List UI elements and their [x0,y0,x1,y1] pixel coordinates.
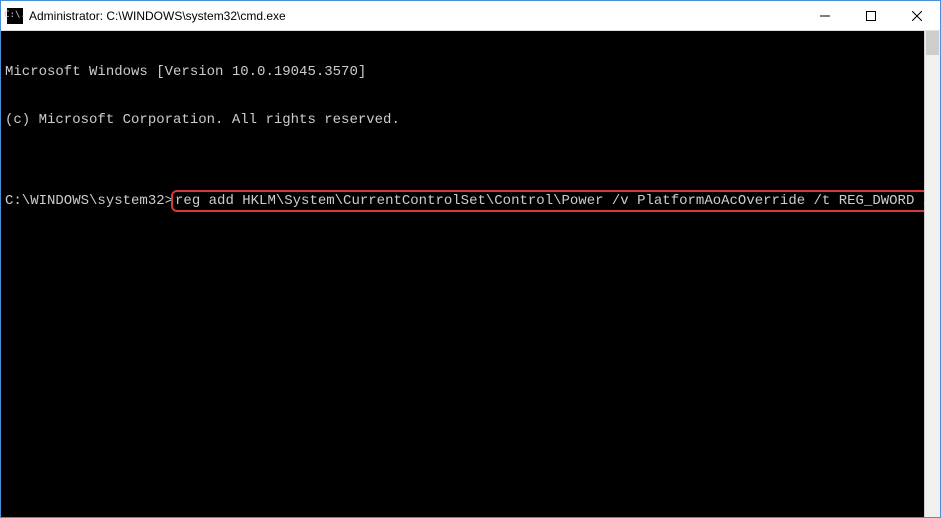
console-line-copyright: (c) Microsoft Corporation. All rights re… [5,112,922,128]
command-highlight: reg add HKLM\System\CurrentControlSet\Co… [171,190,940,212]
console-area[interactable]: Microsoft Windows [Version 10.0.19045.35… [1,31,940,517]
maximize-button[interactable] [848,1,894,30]
window-title: Administrator: C:\WINDOWS\system32\cmd.e… [29,9,286,23]
command-text: reg add HKLM\System\CurrentControlSet\Co… [175,193,940,209]
cmd-window: C:\. Administrator: C:\WINDOWS\system32\… [0,0,941,518]
prompt-text: C:\WINDOWS\system32> [5,193,173,209]
minimize-button[interactable] [802,1,848,30]
minimize-icon [820,11,830,21]
title-bar[interactable]: C:\. Administrator: C:\WINDOWS\system32\… [1,1,940,31]
close-button[interactable] [894,1,940,30]
window-controls [802,1,940,30]
console-content: Microsoft Windows [Version 10.0.19045.35… [5,32,922,241]
cmd-icon: C:\. [7,8,23,24]
titlebar-left: C:\. Administrator: C:\WINDOWS\system32\… [7,8,286,24]
close-icon [912,11,922,21]
maximize-icon [866,11,876,21]
scrollbar-thumb[interactable] [926,31,939,55]
console-prompt-line: C:\WINDOWS\system32>reg add HKLM\System\… [5,193,922,209]
vertical-scrollbar[interactable] [924,31,940,517]
console-line-version: Microsoft Windows [Version 10.0.19045.35… [5,64,922,80]
